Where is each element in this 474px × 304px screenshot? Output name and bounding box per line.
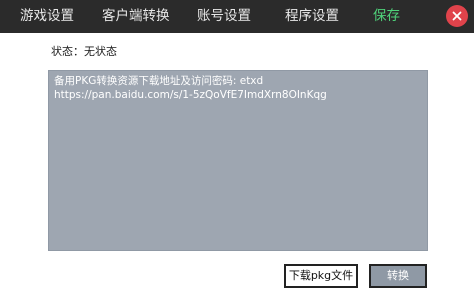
status-label: 状态：无状态 xyxy=(51,45,117,58)
convert-button[interactable]: 转换 xyxy=(369,264,427,288)
download-pkg-button[interactable]: 下载pkg文件 xyxy=(284,264,358,288)
log-textarea[interactable]: 备用PKG转换资源下载地址及访问密码: etxd https://pan.bai… xyxy=(48,70,428,251)
tab-game-settings[interactable]: 游戏设置 xyxy=(20,0,74,33)
close-icon xyxy=(452,11,462,21)
tab-client-convert[interactable]: 客户端转换 xyxy=(102,0,170,33)
tab-program-settings[interactable]: 程序设置 xyxy=(285,0,339,33)
tab-account-settings[interactable]: 账号设置 xyxy=(197,0,251,33)
save-button[interactable]: 保存 xyxy=(373,0,400,33)
close-button[interactable] xyxy=(446,5,468,27)
top-nav-bar: 游戏设置 客户端转换 账号设置 程序设置 保存 xyxy=(0,0,474,33)
